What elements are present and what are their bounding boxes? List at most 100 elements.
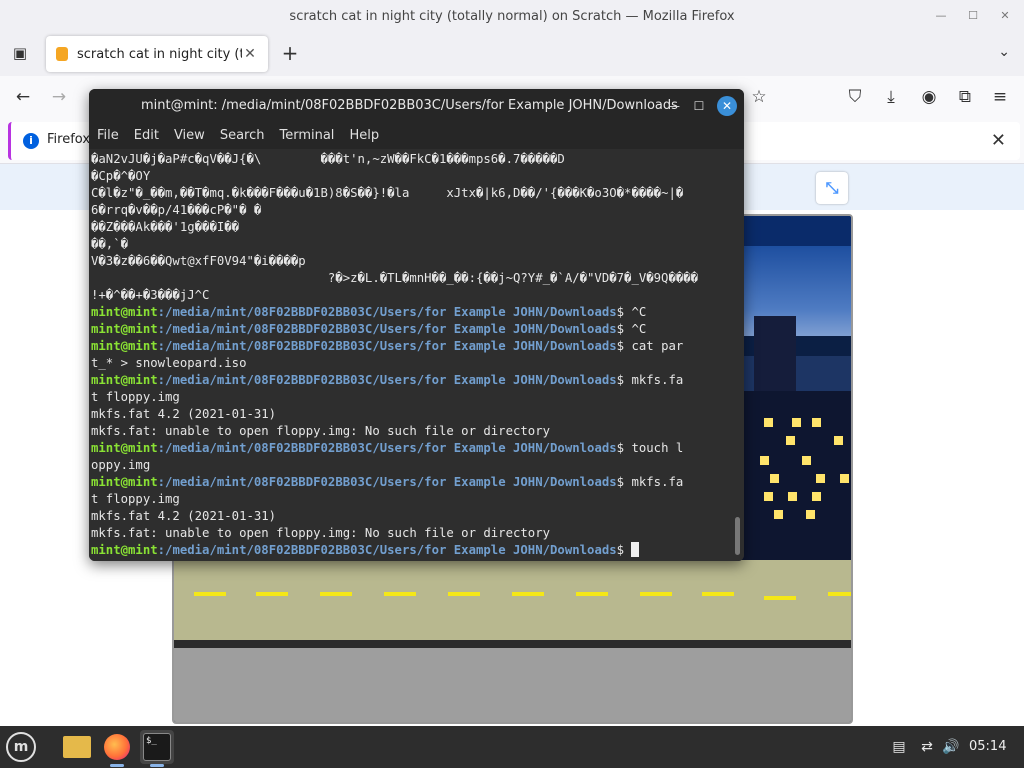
- output-line: mkfs.fat: unable to open floppy.img: No …: [91, 526, 551, 540]
- command-text: ^C: [631, 322, 647, 336]
- firefox-view-icon[interactable]: ▣: [9, 44, 31, 64]
- terminal-line: ��Z���Ak���'1g���I��: [91, 220, 240, 234]
- prompt-line: mint@mint:/media/mint/08F02BBDF02BB03C/U…: [91, 338, 744, 355]
- building-window: [786, 436, 795, 445]
- terminal-titlebar[interactable]: mint@mint: /media/mint/08F02BBDF02BB03C/…: [89, 89, 744, 123]
- building-window: [812, 418, 821, 427]
- terminal-line: 6�rrq�v��p/41���cP�"� �: [91, 203, 262, 217]
- road-dash: [448, 592, 480, 596]
- mint-menu-icon[interactable]: m: [6, 732, 36, 762]
- command-text: cat par: [631, 339, 684, 353]
- road-dash: [194, 592, 226, 596]
- road-dash: [764, 596, 796, 600]
- output-line: mkfs.fat 4.2 (2021-01-31): [91, 509, 277, 523]
- text-cursor: [631, 542, 640, 557]
- terminal-line: �Cp�^�OY: [91, 169, 151, 183]
- minimize-icon[interactable]: —: [934, 8, 948, 22]
- building-window: [792, 418, 801, 427]
- new-tab-button[interactable]: +: [280, 42, 300, 64]
- building-window: [802, 456, 811, 465]
- menu-hamburger-icon[interactable]: ≡: [989, 86, 1011, 108]
- building-window: [760, 456, 769, 465]
- terminal-line: ?�>z�L.�TL�mnH��_��:{��j~Q?Y#_�`A/�"VD�7…: [91, 271, 699, 285]
- prompt-user: mint@mint: [91, 475, 158, 489]
- terminal-line: C�l�z"�_��m,��T�mq.�k���F���u�1B)8�S��}!…: [91, 186, 684, 200]
- active-prompt-line[interactable]: mint@mint:/media/mint/08F02BBDF02BB03C/U…: [91, 542, 744, 559]
- clock[interactable]: 05:14: [969, 739, 1006, 754]
- building-window: [816, 474, 825, 483]
- menu-search[interactable]: Search: [220, 123, 272, 149]
- prompt-path: :/media/mint/08F02BBDF02BB03C/Users/for …: [157, 441, 617, 455]
- terminal-line: �aN2vJU�j�aP#c�qV��J{�\ ���t'n,~zW��FkC�…: [91, 152, 565, 166]
- terminal-close-icon[interactable]: ✕: [717, 96, 737, 116]
- prompt-path: :/media/mint/08F02BBDF02BB03C/Users/for …: [157, 305, 617, 319]
- close-icon[interactable]: ✕: [998, 8, 1012, 22]
- terminal-output[interactable]: �aN2vJU�j�aP#c�qV��J{�\ ���t'n,~zW��FkC�…: [89, 149, 744, 561]
- firefox-window-title: scratch cat in night city (totally norma…: [289, 8, 735, 24]
- prompt-symbol: $: [616, 322, 632, 336]
- prompt-line: mint@mint:/media/mint/08F02BBDF02BB03C/U…: [91, 440, 744, 457]
- road-dash: [320, 592, 352, 596]
- list-all-tabs-icon[interactable]: ⌄: [998, 44, 1010, 60]
- terminal-maximize-icon[interactable]: ☐: [689, 96, 709, 116]
- terminal-icon: $_: [143, 733, 171, 761]
- command-wrap-line: t floppy.img: [91, 492, 180, 506]
- tab-title: scratch cat in night city (totally norma…: [77, 46, 242, 62]
- notification-text: Firefox: [47, 132, 91, 147]
- prompt-user: mint@mint: [91, 339, 158, 353]
- terminal-window[interactable]: mint@mint: /media/mint/08F02BBDF02BB03C/…: [89, 89, 744, 561]
- extensions-icon[interactable]: ⧉: [954, 86, 976, 108]
- terminal-menubar: File Edit View Search Terminal Help: [89, 123, 744, 149]
- menu-file[interactable]: File: [97, 123, 126, 149]
- road-dash: [640, 592, 672, 596]
- back-arrow-icon[interactable]: ←: [12, 86, 34, 108]
- output-line: mkfs.fat: unable to open floppy.img: No …: [91, 424, 551, 438]
- scratch-favicon-icon: [56, 47, 68, 61]
- stage-curb: [174, 640, 851, 648]
- tab-close-icon[interactable]: ✕: [242, 46, 258, 62]
- prompt-user: mint@mint: [91, 373, 158, 387]
- prompt-symbol: $: [616, 475, 632, 489]
- prompt-user: mint@mint: [91, 543, 158, 557]
- volume-icon[interactable]: 🔊: [942, 738, 960, 756]
- tab-scratch[interactable]: scratch cat in night city (totally norma…: [46, 36, 268, 72]
- taskbar: m $_ ▤ ⇄ 🔊 05:14: [0, 726, 1024, 768]
- forward-arrow-icon[interactable]: →: [48, 86, 70, 108]
- prompt-symbol: $: [616, 543, 632, 557]
- notification-close-icon[interactable]: ✕: [991, 130, 1006, 151]
- prompt-symbol: $: [616, 339, 632, 353]
- prompt-line: mint@mint:/media/mint/08F02BBDF02BB03C/U…: [91, 304, 744, 321]
- bookmark-star-icon[interactable]: ☆: [748, 86, 770, 108]
- road-dash: [256, 592, 288, 596]
- fullscreen-icon[interactable]: ⤡: [816, 172, 848, 204]
- prompt-user: mint@mint: [91, 322, 158, 336]
- prompt-user: mint@mint: [91, 305, 158, 319]
- terminal-scrollbar[interactable]: [735, 517, 740, 555]
- stage-building: [742, 391, 851, 561]
- pocket-icon[interactable]: ⛉: [844, 86, 866, 108]
- prompt-path: :/media/mint/08F02BBDF02BB03C/Users/for …: [157, 543, 617, 557]
- taskbar-firefox[interactable]: [100, 730, 134, 764]
- road-dash: [702, 592, 734, 596]
- prompt-user: mint@mint: [91, 441, 158, 455]
- maximize-icon[interactable]: ☐: [966, 8, 980, 22]
- stage-road: [174, 560, 851, 646]
- network-icon[interactable]: ⇄: [918, 738, 936, 756]
- command-wrap-line: oppy.img: [91, 458, 151, 472]
- notes-icon[interactable]: ▤: [890, 738, 908, 756]
- downloads-icon[interactable]: ⤓: [880, 86, 902, 108]
- taskbar-files[interactable]: [60, 730, 94, 764]
- building-window: [788, 492, 797, 501]
- command-text: ^C: [631, 305, 647, 319]
- taskbar-terminal[interactable]: $_: [140, 730, 174, 764]
- terminal-minimize-icon[interactable]: —: [664, 96, 684, 116]
- building-window: [840, 474, 849, 483]
- menu-help[interactable]: Help: [349, 123, 386, 149]
- menu-view[interactable]: View: [174, 123, 212, 149]
- road-dash: [828, 592, 851, 596]
- command-wrap-line: t floppy.img: [91, 390, 180, 404]
- menu-terminal[interactable]: Terminal: [279, 123, 341, 149]
- account-icon[interactable]: ◉: [918, 86, 940, 108]
- command-text: touch l: [631, 441, 684, 455]
- menu-edit[interactable]: Edit: [134, 123, 166, 149]
